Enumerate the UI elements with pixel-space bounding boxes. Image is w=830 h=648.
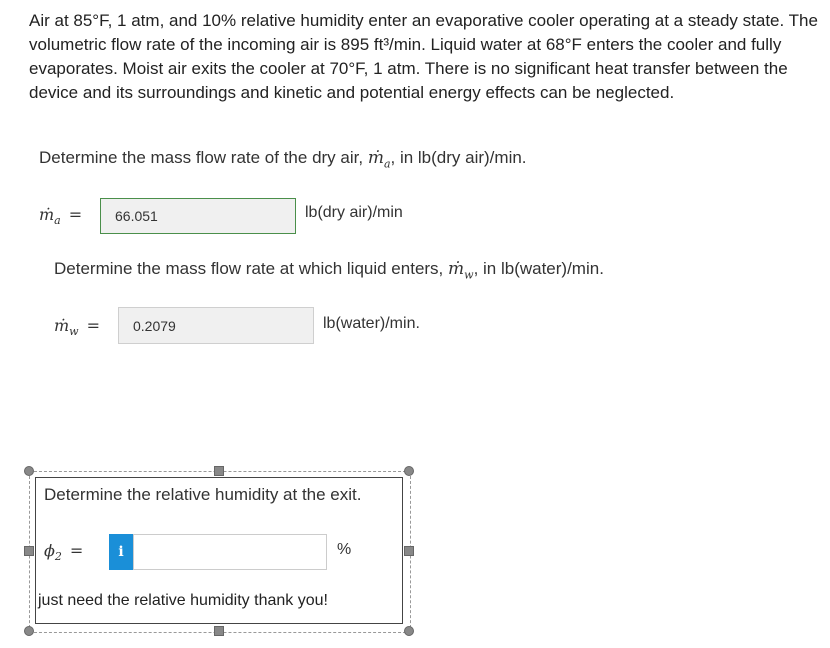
question-1-symbol: ṁa — [367, 148, 391, 171]
dry-air-mass-flow-label: ṁa = — [39, 205, 83, 228]
resize-handle-bottom-right[interactable] — [404, 626, 414, 636]
problem-statement: Air at 85°F, 1 atm, and 10% relative hum… — [29, 11, 818, 102]
resize-handle-bottom-left[interactable] — [24, 626, 34, 636]
resize-handle-bottom[interactable] — [214, 626, 224, 636]
question-water-mass-flow: Determine the mass flow rate at which li… — [54, 259, 604, 281]
water-mass-flow-unit: lb(water)/min. — [323, 315, 420, 332]
question-1-prompt-before: Determine the mass flow rate of the dry … — [39, 148, 368, 167]
water-mass-flow-answer: 0.2079 — [118, 307, 314, 344]
water-mass-flow-label: ṁw = — [54, 316, 100, 339]
user-comment-text: just need the relative humidity thank yo… — [38, 592, 328, 609]
dry-air-mass-flow-answer: 66.051 — [100, 198, 296, 234]
resize-handle-right[interactable] — [404, 546, 414, 556]
resize-handle-top[interactable] — [214, 466, 224, 476]
question-1-prompt-after: , in lb(dry air)/min. — [390, 148, 527, 167]
relative-humidity-unit: % — [337, 541, 352, 558]
dry-air-mass-flow-unit: lb(dry air)/min — [305, 204, 403, 221]
question-dry-air-mass-flow: Determine the mass flow rate of the dry … — [39, 148, 527, 170]
resize-handle-left[interactable] — [24, 546, 34, 556]
relative-humidity-input[interactable] — [133, 534, 327, 570]
question-2-prompt-before: Determine the mass flow rate at which li… — [54, 259, 449, 278]
resize-handle-top-left[interactable] — [24, 466, 34, 476]
question-exit-relative-humidity: Determine the relative humidity at the e… — [44, 485, 362, 504]
info-icon[interactable]: i — [109, 534, 133, 570]
relative-humidity-label: ϕ2 = — [44, 541, 84, 564]
question-2-symbol: ṁw — [448, 259, 474, 282]
resize-handle-top-right[interactable] — [404, 466, 414, 476]
question-2-prompt-after: , in lb(water)/min. — [473, 259, 604, 278]
